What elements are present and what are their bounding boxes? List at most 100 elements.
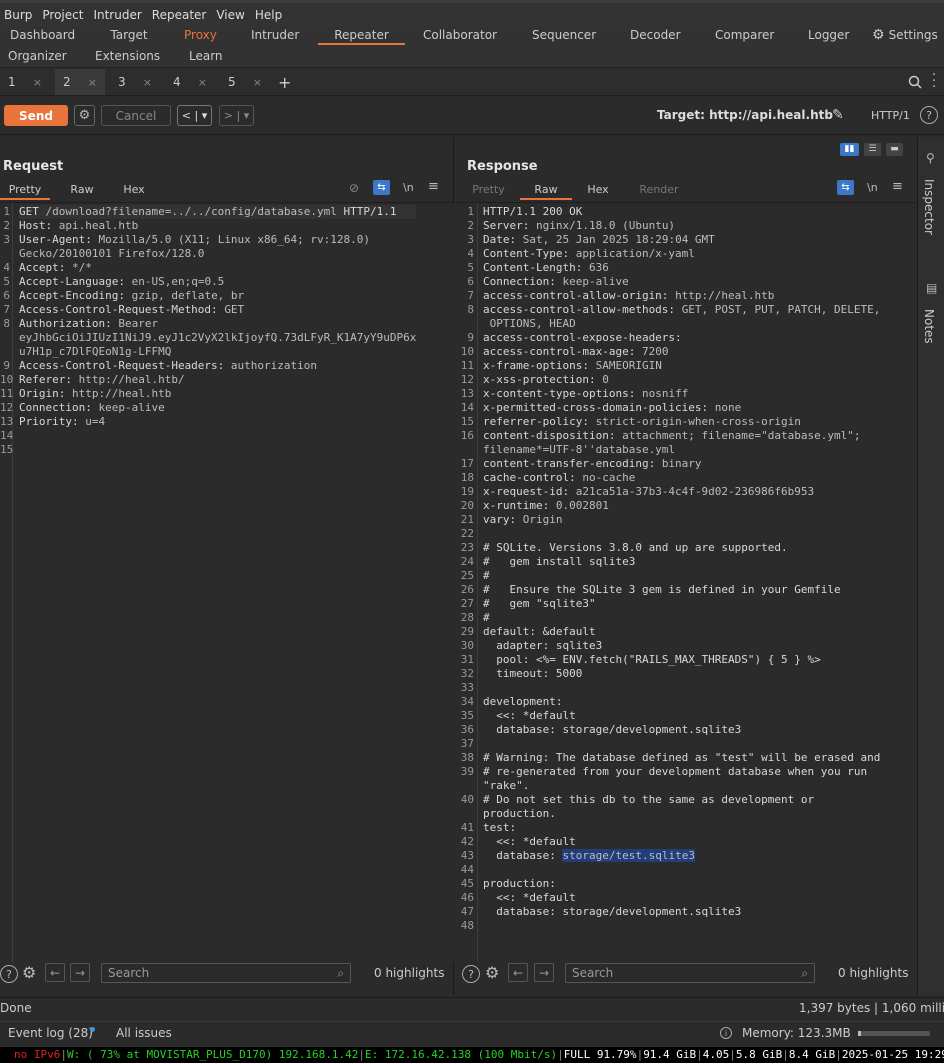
event-dot-badge [90,1027,95,1032]
response-line-value: a21ca51a-37b3-4c4f-9d02-236986f6b953 [575,485,815,498]
request-tab-pretty[interactable]: Pretty [0,182,50,200]
newline-toggle[interactable]: \n [403,181,414,194]
tab-learn[interactable]: Learn [189,49,223,63]
request-code-line: Accept-Encoding: gzip, deflate, br [19,289,416,303]
gear-icon[interactable]: ⚙ [485,963,499,982]
response-line-number: 20 [460,499,474,512]
response-tab-pretty[interactable]: Pretty [467,182,510,200]
layout-single-icon[interactable]: ▬ [886,143,903,156]
tab-decoder[interactable]: Decoder [630,28,681,42]
status-left: Done [0,1001,32,1015]
response-tab-raw[interactable]: Raw [520,182,572,200]
cancel-button[interactable]: Cancel [101,105,171,126]
tab-proxy[interactable]: Proxy [184,28,217,42]
settings-button[interactable]: ⚙ Settings [872,27,938,43]
more-vertical-icon[interactable]: · · · [932,69,936,94]
tab-target[interactable]: Target [109,28,149,42]
response-code-line [483,863,880,877]
hide-eye-icon[interactable]: ⊘ [349,181,359,195]
newline-toggle[interactable]: \n [867,181,878,194]
response-code-line: timeout: 5000 [483,667,880,681]
menu-item-project[interactable]: Project [42,8,93,22]
help-icon[interactable]: ? [920,106,938,124]
menu-item-view[interactable]: View [216,8,254,22]
event-log-link[interactable]: Event log (28) [8,1026,93,1040]
request-editor[interactable]: GET /download?filename=../../config/data… [0,202,454,962]
tab-comparer[interactable]: Comparer [715,28,774,42]
back-history-button[interactable]: < | ▾ [177,105,212,126]
response-line-number: 21 [460,513,474,526]
send-button[interactable]: Send [4,105,68,126]
request-tab-hex[interactable]: Hex [112,182,156,200]
next-match-button[interactable]: → [70,963,90,982]
response-line-number: 2 [467,219,474,232]
request-line-number: 15 [0,443,14,456]
repeater-tab-5[interactable]: 5 × [220,69,270,95]
settings-gear-button[interactable]: ⚙ [74,105,95,126]
notes-icon[interactable]: ▤ [926,281,937,295]
prev-match-button[interactable]: ← [508,963,528,982]
hamburger-menu-icon[interactable]: ≡ [428,179,439,194]
response-tab-hex[interactable]: Hex [576,182,620,200]
close-icon[interactable]: × [88,76,97,89]
request-tab-raw[interactable]: Raw [58,182,106,200]
close-icon[interactable]: × [143,76,152,89]
request-code-line: u7H1p_c7DlFQEoN1g-LFFMQ [19,345,416,359]
gear-icon[interactable]: ⚙ [22,963,36,982]
response-highlights-count: 0 highlights [838,966,909,980]
close-icon[interactable]: × [198,76,207,89]
close-icon[interactable]: × [253,76,262,89]
tab-extensions[interactable]: Extensions [95,49,160,63]
tab-dashboard[interactable]: Dashboard [10,28,75,42]
inspector-icon[interactable]: ⚲ [926,151,935,165]
layout-horizontal-icon[interactable]: ☰ [864,143,881,156]
menu-item-repeater[interactable]: Repeater [152,8,217,22]
search-icon[interactable] [908,75,922,89]
next-match-button[interactable]: → [534,963,554,982]
menu-item-intruder[interactable]: Intruder [93,8,151,22]
response-line-key: database: [483,849,563,862]
tab-repeater[interactable]: Repeater [318,28,405,45]
wrap-lines-icon[interactable]: ⇆ [373,180,390,195]
tab-logger[interactable]: Logger [808,28,849,42]
repeater-tab-3[interactable]: 3 × [110,69,160,95]
close-icon[interactable]: × [33,76,42,89]
repeater-tab-1[interactable]: 1 × [0,69,50,95]
inspector-tab[interactable]: Inspector [922,179,936,235]
response-line-key: # Do not set this db to the same as deve… [483,793,815,806]
edit-target-pencil-icon[interactable]: ✎ [832,107,844,123]
eth-status: E: 172.16.42.138 (100 Mbit/s) [365,1048,558,1061]
forward-history-button[interactable]: > | ▾ [219,105,254,126]
tab-collaborator[interactable]: Collaborator [423,28,497,42]
tab-organizer[interactable]: Organizer [8,49,67,63]
menu-item-help[interactable]: Help [255,8,292,22]
response-code-line: referrer-policy: strict-origin-when-cros… [483,415,880,429]
response-tab-render[interactable]: Render [629,182,689,200]
repeater-tab-label: 5 [228,75,236,89]
tab-intruder[interactable]: Intruder [251,28,299,42]
response-search-input[interactable]: Search ⌕ [565,963,815,983]
response-line-key: Server: [483,219,536,232]
response-editor[interactable]: HTTP/1.1 200 OK Server: nginx/1.18.0 (Ubu… [456,202,916,962]
main-tabs-row1: Dashboard Target Proxy Intruder Repeater Coll… [0,26,944,46]
help-icon[interactable]: ? [0,965,18,983]
request-line-key: Access-Control-Request-Headers: [19,359,231,372]
add-tab-button[interactable]: + [270,69,299,95]
menu-item-burp[interactable]: Burp [4,8,42,22]
response-code-line: x-content-type-options: nosniff [483,387,880,401]
layout-split-icon[interactable]: ▮▮ [840,143,859,156]
wrap-lines-icon[interactable]: ⇆ [837,180,854,195]
all-issues-link[interactable]: All issues [116,1026,172,1040]
request-search-input[interactable]: Search ⌕ [101,963,351,983]
tab-sequencer[interactable]: Sequencer [532,28,596,42]
hamburger-menu-icon[interactable]: ≡ [892,179,903,194]
response-line-key: access-control-allow-methods: [483,303,682,316]
repeater-tab-4[interactable]: 4 × [165,69,215,95]
notes-tab[interactable]: Notes [922,309,936,344]
response-code-line: "rake". [483,779,880,793]
request-line-value: */* [71,261,92,274]
prev-match-button[interactable]: ← [45,963,65,982]
http-version[interactable]: HTTP/1 [871,109,910,122]
help-icon[interactable]: ? [462,965,480,983]
repeater-tab-2[interactable]: 2 × [55,69,105,95]
